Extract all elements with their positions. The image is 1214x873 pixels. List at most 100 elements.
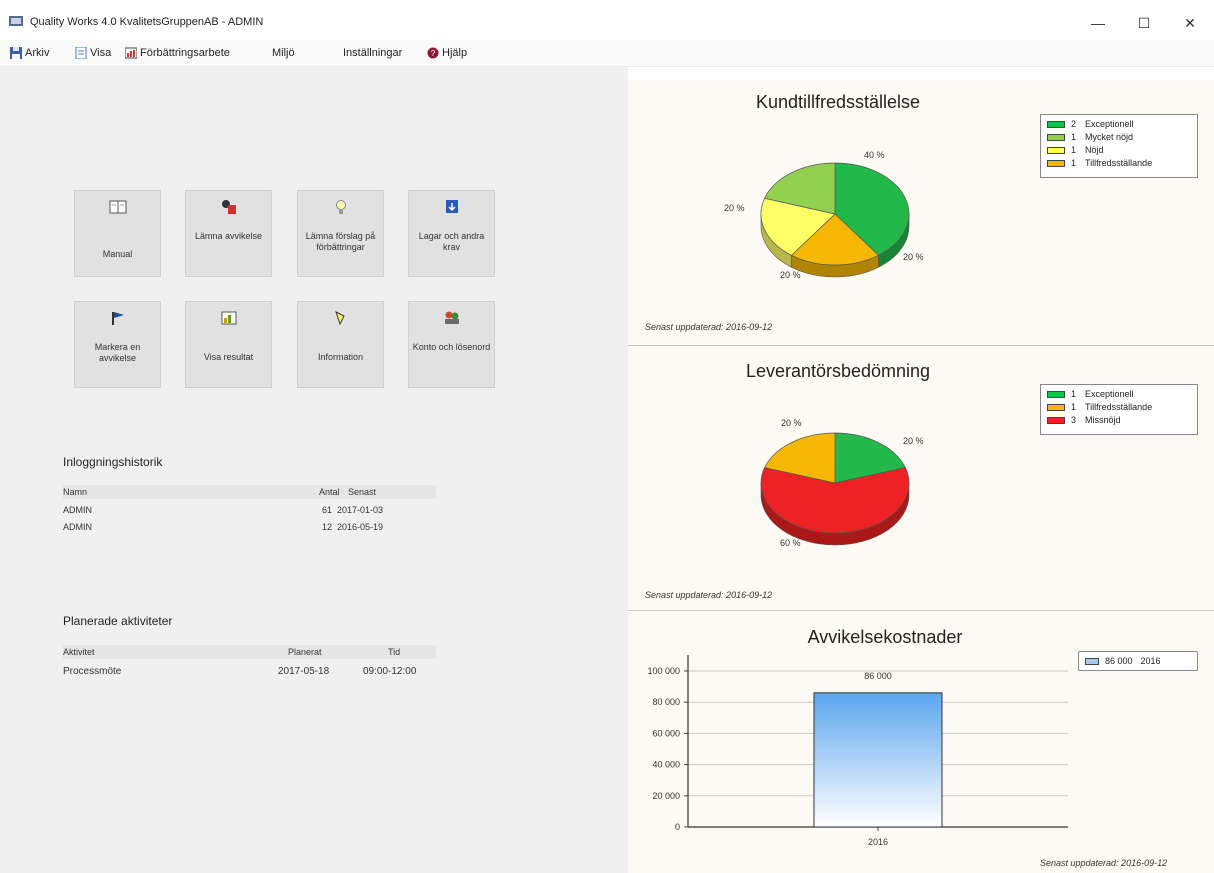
legend-label: 2016 <box>1140 656 1161 666</box>
legend-count: 1 <box>1071 145 1077 155</box>
menu-forbattringsarbete[interactable]: Förbättringsarbete <box>125 45 230 61</box>
tile-lagar-krav[interactable]: Lagar och andra krav <box>408 190 495 277</box>
legend-swatch <box>1047 159 1065 167</box>
last-updated-text: Senast uppdaterad: 2016-09-12 <box>645 590 773 600</box>
cell-name: ADMIN <box>63 522 92 532</box>
planned-activities-table: Aktivitet Planerat Tid Processmöte 2017-… <box>63 645 436 685</box>
cell-count: 12 <box>322 522 333 532</box>
legend-label: Mycket nöjd <box>1085 132 1134 142</box>
menu-label: Miljö <box>272 47 295 59</box>
pie-percent-label: 20 % <box>903 436 924 446</box>
cell-last: 2016-05-19 <box>337 522 384 532</box>
chart-legend: 86 000 2016 <box>1078 651 1198 671</box>
tile-lamna-avvikelse[interactable]: Lämna avvikelse <box>185 190 272 277</box>
menu-bar: Arkiv Visa Förbättringsarbete Miljö Inst… <box>0 40 1214 67</box>
cell-count: 61 <box>322 505 333 515</box>
legend-count: 1 <box>1071 389 1077 399</box>
save-icon <box>10 47 22 59</box>
table-header <box>63 485 436 499</box>
legend-count: 1 <box>1071 402 1077 412</box>
legend-label: Nöjd <box>1085 145 1104 155</box>
cell-planned: 2017-05-18 <box>278 666 330 677</box>
menu-visa[interactable]: Visa <box>75 45 111 61</box>
last-updated-text: Senast uppdaterad: 2016-09-12 <box>645 322 773 332</box>
legend-count: 3 <box>1071 415 1077 425</box>
cell-time: 09:00-12:00 <box>363 666 417 677</box>
legend-swatch <box>1047 403 1065 411</box>
menu-arkiv[interactable]: Arkiv <box>10 45 49 61</box>
close-button[interactable]: ✕ <box>1167 10 1213 36</box>
tile-markera-avvikelse[interactable]: Markera en avvikelse <box>74 301 161 388</box>
app-icon <box>9 16 23 26</box>
legend-item: 1 Exceptionell <box>1047 389 1134 399</box>
legend-item: 3 Missnöjd <box>1047 415 1121 425</box>
menu-label: Hjälp <box>442 47 468 59</box>
menu-label: Inställningar <box>343 47 403 59</box>
tile-label: Markera en avvikelse <box>94 342 141 363</box>
legend-swatch <box>1085 657 1099 665</box>
y-tick-label: 40 000 <box>652 760 680 770</box>
cell-last: 2017-01-03 <box>337 505 384 515</box>
login-history-table: Namn Antal Senast ADMIN 61 2017-01-03 AD… <box>63 485 436 545</box>
minimize-button[interactable]: — <box>1075 10 1121 36</box>
document-icon <box>75 47 87 59</box>
info-icon <box>335 311 345 326</box>
table-header <box>63 645 436 659</box>
legend-item: 1 Tillfredsställande <box>1047 158 1152 168</box>
chart-legend: 1 Exceptionell 1 Tillfredsställande 3 Missn… <box>1040 384 1198 435</box>
maximize-button[interactable]: ☐ <box>1121 10 1167 36</box>
legend-swatch <box>1047 390 1065 398</box>
legend-label: Missnöjd <box>1085 415 1121 425</box>
col-header-count: Antal <box>319 487 340 497</box>
col-header-planned: Planerat <box>288 647 322 657</box>
tile-label: Lämna avvikelse <box>194 231 263 241</box>
legend-item: 2 Exceptionell <box>1047 119 1134 129</box>
y-tick-label: 0 <box>675 822 680 832</box>
legend-label: Exceptionell <box>1085 389 1134 399</box>
tile-label: Manual <box>102 249 133 259</box>
menu-hjalp[interactable]: ? Hjälp <box>427 45 467 61</box>
last-updated-text: Senast uppdaterad: 2016-09-12 <box>1040 858 1168 868</box>
tile-konto-losenord[interactable]: Konto och lösenord <box>408 301 495 388</box>
y-tick-label: 60 000 <box>652 728 680 738</box>
col-header-time: Tid <box>388 647 401 657</box>
y-tick-label: 20 000 <box>652 791 680 801</box>
svg-text:?: ? <box>431 49 436 58</box>
download-icon <box>446 200 458 213</box>
tile-information[interactable]: Information <box>297 301 384 388</box>
legend-count: 1 <box>1071 132 1077 142</box>
book-icon <box>109 200 127 214</box>
left-pane <box>0 67 628 873</box>
login-history-title: Inloggningshistorik <box>63 455 163 469</box>
menu-label: Visa <box>90 47 112 59</box>
pie-percent-label: 20 % <box>724 203 745 213</box>
bar-value-label: 86 000 <box>864 671 892 681</box>
legend-item: 1 Mycket nöjd <box>1047 132 1133 142</box>
col-header-name: Namn <box>63 487 88 497</box>
minimize-icon: — <box>1091 15 1105 31</box>
y-tick-label: 100 000 <box>647 666 680 676</box>
tile-label: Information <box>317 352 364 362</box>
legend-count: 1 <box>1071 158 1077 168</box>
tile-label: Konto och lösenord <box>412 342 491 352</box>
menu-installningar[interactable]: Inställningar <box>343 45 402 61</box>
pie-percent-label: 20 % <box>780 270 801 280</box>
close-icon: ✕ <box>1184 14 1196 31</box>
pie-percent-label: 40 % <box>864 150 885 160</box>
menu-miljo[interactable]: Miljö <box>272 45 295 61</box>
tile-manual[interactable]: Manual <box>74 190 161 277</box>
legend-item: 1 Nöjd <box>1047 145 1104 155</box>
tile-visa-resultat[interactable]: Visa resultat <box>185 301 272 388</box>
results-icon <box>221 311 237 325</box>
x-tick-label: 2016 <box>868 837 888 847</box>
tile-lamna-forslag[interactable]: Lämna förslag på förbättringar <box>297 190 384 277</box>
legend-swatch <box>1047 133 1065 141</box>
planned-activities-title: Planerade aktiviteter <box>63 614 173 628</box>
legend-count: 2 <box>1071 119 1077 129</box>
legend-item: 86 000 2016 <box>1085 656 1161 666</box>
report-icon <box>222 200 236 214</box>
pie-percent-label: 20 % <box>781 418 802 428</box>
legend-swatch <box>1047 120 1065 128</box>
cell-activity: Processmöte <box>63 666 122 677</box>
legend-item: 1 Tillfredsställande <box>1047 402 1152 412</box>
